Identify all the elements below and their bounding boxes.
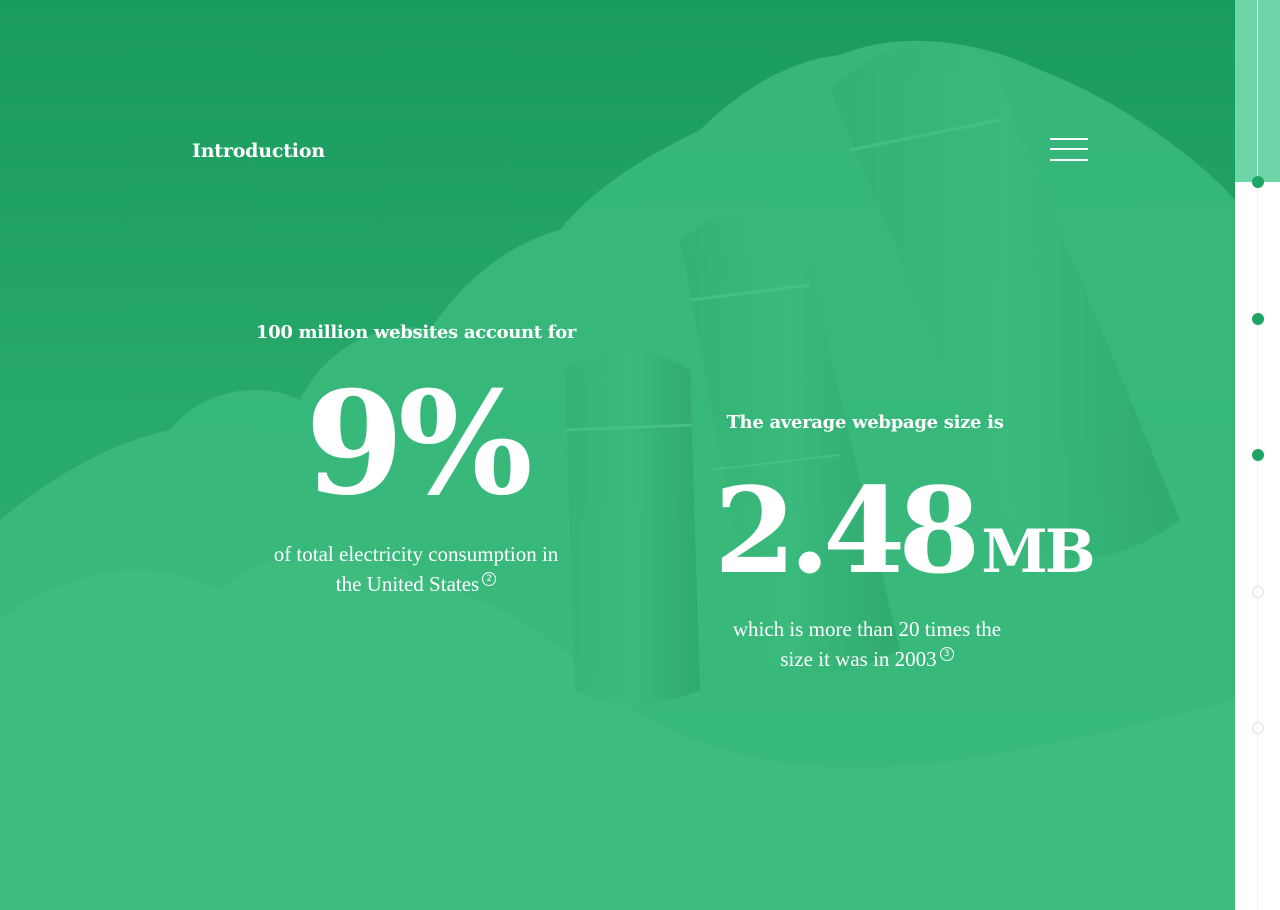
electricity-stat-value: 9% xyxy=(240,369,592,519)
webpage-size-stat-desc-line1: which is more than 20 times the xyxy=(732,617,1002,641)
section-progress-rail xyxy=(1235,0,1280,910)
electricity-stat: 100 million websites account for 9% of t… xyxy=(240,322,592,599)
page: Introduction 100 million websites accoun… xyxy=(0,0,1280,910)
electricity-stat-lead: 100 million websites account for xyxy=(255,322,577,343)
webpage-size-stat-number: 2.48 xyxy=(714,461,980,600)
webpage-size-stat: The average webpage size is 2.48 MB which… xyxy=(690,412,1096,674)
section-dot-5[interactable] xyxy=(1252,722,1264,734)
webpage-size-stat-value: 2.48 MB xyxy=(714,461,1096,600)
electricity-stat-percent: % xyxy=(397,361,533,527)
webpage-size-stat-description: which is more than 20 times the size it … xyxy=(694,614,1040,674)
menu-button[interactable] xyxy=(1050,136,1090,164)
section-dot-1[interactable] xyxy=(1252,176,1264,188)
section-dot-2[interactable] xyxy=(1252,313,1264,325)
electricity-stat-desc-line2: the United States xyxy=(335,572,480,596)
section-dot-4[interactable] xyxy=(1252,586,1264,598)
hero-section: Introduction 100 million websites accoun… xyxy=(0,0,1235,910)
electricity-stat-number: 9 xyxy=(305,361,404,527)
webpage-size-stat-lead: The average webpage size is xyxy=(726,412,1004,433)
electricity-stat-desc-line1: of total electricity consumption in xyxy=(273,542,559,566)
webpage-size-stat-unit: MB xyxy=(981,517,1095,587)
footnote-2-link[interactable]: 2 xyxy=(482,572,497,586)
section-dot-3[interactable] xyxy=(1252,449,1264,461)
webpage-size-stat-desc-line2: size it was in 2003 xyxy=(780,647,937,671)
page-title: Introduction xyxy=(192,140,325,162)
electricity-stat-description: of total electricity consumption in the … xyxy=(240,539,592,599)
footnote-3-link[interactable]: 3 xyxy=(939,647,954,661)
